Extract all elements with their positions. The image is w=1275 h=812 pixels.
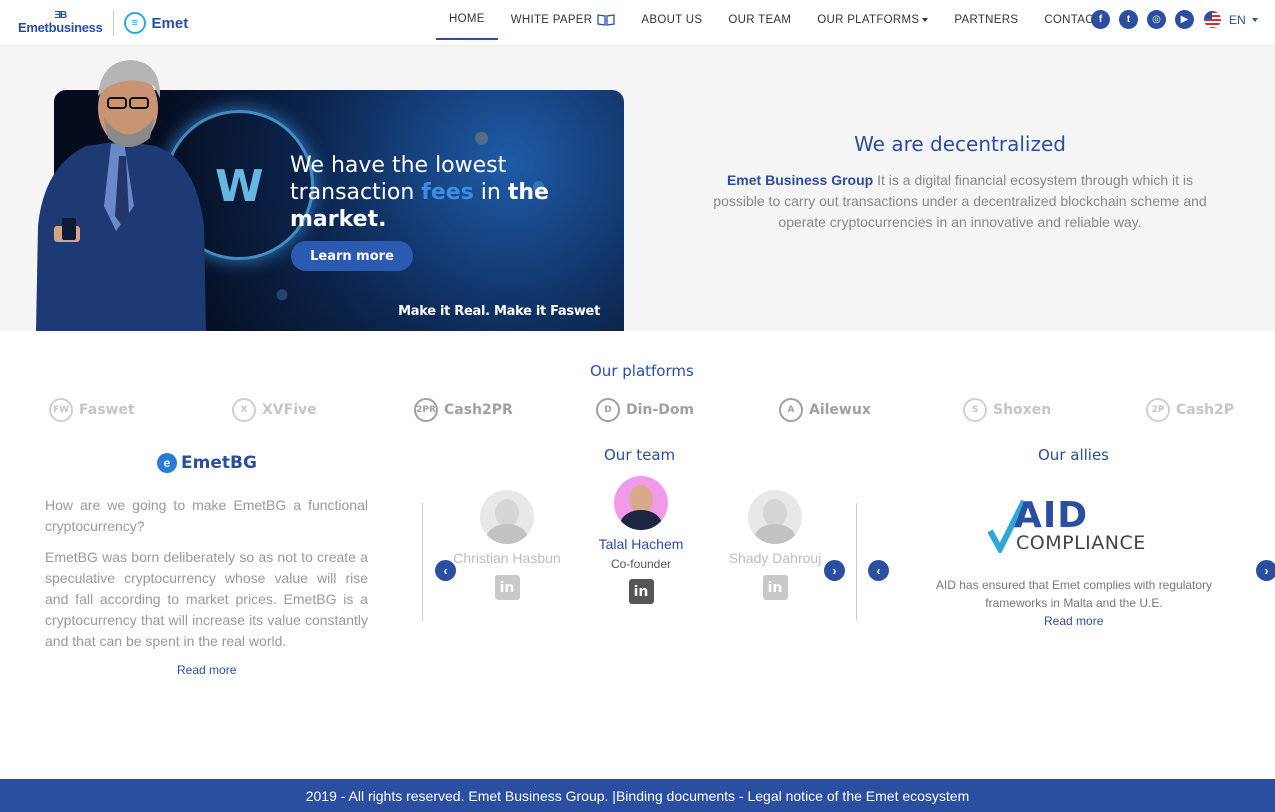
member-name: Christian Hasbun xyxy=(453,550,561,566)
nav-home-label: HOME xyxy=(449,13,485,25)
decentralized-block: We are decentralized Emet Business Group… xyxy=(700,132,1220,233)
platform-cash2p[interactable]: 2P Cash2P xyxy=(1146,398,1234,422)
platform-ailewux[interactable]: A Ailewux xyxy=(779,398,871,422)
aid-compliance-logo[interactable]: AID COMPLIANCE xyxy=(988,495,1163,554)
nav-about-us[interactable]: ABOUT US xyxy=(628,0,715,40)
nav-white-paper-label: WHITE PAPER xyxy=(510,14,593,26)
linkedin-icon[interactable]: in xyxy=(494,575,520,600)
facebook-icon[interactable]: f xyxy=(1091,10,1110,29)
platforms-strip: FW Faswet X XVFive 2PR Cash2PR D Din-Dom… xyxy=(0,398,1275,432)
nav-partners-label: PARTNERS xyxy=(954,14,1019,26)
language-selector[interactable]: EN xyxy=(1204,11,1258,28)
footer-legal-link[interactable]: Binding documents - Legal notice of the … xyxy=(616,788,969,804)
team-title: Our team xyxy=(604,446,676,464)
hero-tagline: Make it Real. Make it Faswet xyxy=(398,304,600,319)
team-member-shady: Shady Dahrouj in xyxy=(720,490,830,600)
linkedin-icon[interactable]: in xyxy=(762,575,788,600)
linkedin-icon[interactable]: in xyxy=(628,579,654,604)
platform-din-dom[interactable]: D Din-Dom xyxy=(596,398,694,422)
nav-our-platforms-label: OUR PLATFORMS xyxy=(817,14,920,26)
decentralized-text: Emet Business Group It is a digital fina… xyxy=(713,172,1207,230)
emetbg-description: How are we going to make EmetBG a functi… xyxy=(45,495,368,662)
member-role: Co-founder xyxy=(610,557,672,571)
xvfive-logo-icon: X xyxy=(232,398,256,422)
cash2pr-logo-icon: 2PR xyxy=(414,398,438,422)
faswet-logo-icon: FW xyxy=(49,398,73,422)
team-member-christian: Christian Hasbun in xyxy=(452,490,562,600)
team-member-talal: Talal Hachem Co-founder in xyxy=(586,476,696,604)
us-flag-icon xyxy=(1204,11,1221,28)
member-name: Shady Dahrouj xyxy=(728,550,822,566)
platforms-title: Our platforms xyxy=(590,362,694,380)
emet-logo-icon: ≡ xyxy=(123,12,146,34)
nav-about-us-label: ABOUT US xyxy=(641,14,703,26)
avatar xyxy=(480,490,534,544)
platform-xvfive[interactable]: X XVFive xyxy=(232,398,317,422)
footer-copyright: 2019 - All rights reserved. Emet Busines… xyxy=(305,787,616,804)
emetbusiness-logo[interactable]: ƎB Emetbusiness xyxy=(18,11,103,35)
nav-our-platforms[interactable]: OUR PLATFORMS xyxy=(804,0,941,40)
emetbusiness-logo-text: Emetbusiness xyxy=(18,20,103,35)
allies-prev-arrow-icon[interactable]: ‹ xyxy=(868,560,889,581)
emet-logo[interactable]: ≡ Emet xyxy=(123,12,189,34)
ally-description: AID has ensured that Emet complies with … xyxy=(935,578,1213,610)
twitter-icon[interactable]: t xyxy=(1119,10,1138,29)
emetbg-answer: EmetBG was born deliberately so as not t… xyxy=(45,549,368,649)
nav-our-team-label: OUR TEAM xyxy=(728,14,792,26)
din-dom-logo-icon: D xyxy=(596,398,620,422)
brand-divider xyxy=(112,10,114,36)
emetbg-logo-icon: e xyxy=(157,453,177,473)
decentralized-title: We are decentralized xyxy=(854,132,1066,156)
avatar xyxy=(748,490,802,544)
team-left-divider xyxy=(422,503,423,621)
businessman-photo xyxy=(36,60,206,331)
caret-down-icon xyxy=(1251,17,1258,22)
allies-next-arrow-icon[interactable]: › xyxy=(1256,560,1275,581)
nav-home[interactable]: HOME xyxy=(436,0,498,40)
shoxen-logo-icon: S xyxy=(963,398,987,422)
avatar xyxy=(614,476,668,530)
emetbg-logo-text: EmetBG xyxy=(181,453,257,473)
brand-logos[interactable]: ƎB Emetbusiness ≡ Emet xyxy=(18,8,188,38)
allies-title: Our allies xyxy=(1038,446,1109,464)
nav-white-paper[interactable]: WHITE PAPER xyxy=(498,0,629,40)
platform-shoxen[interactable]: S Shoxen xyxy=(963,398,1051,422)
ally-read-more-link[interactable]: Read more xyxy=(1044,614,1103,628)
cash2p-logo-icon: 2P xyxy=(1146,398,1170,422)
hero-section: W We have the lowest transaction fees in… xyxy=(0,46,1275,331)
learn-more-button[interactable]: Learn more xyxy=(291,241,413,271)
caret-down-icon xyxy=(922,18,929,22)
emetbg-question: How are we going to make EmetBG a functi… xyxy=(45,497,368,534)
language-label: EN xyxy=(1229,12,1246,27)
nav-our-team[interactable]: OUR TEAM xyxy=(715,0,804,40)
social-links: f t ◎ ▶ xyxy=(1091,10,1203,29)
instagram-icon[interactable]: ◎ xyxy=(1147,10,1166,29)
book-icon xyxy=(597,14,616,26)
member-name: Talal Hachem xyxy=(598,536,684,552)
youtube-icon[interactable]: ▶ xyxy=(1175,10,1194,29)
platform-cash2pr[interactable]: 2PR Cash2PR xyxy=(414,398,513,422)
emetbg-logo: e EmetBG xyxy=(157,453,257,473)
main-menu: HOME WHITE PAPER ABOUT US OUR TEAM OUR P… xyxy=(436,0,1114,46)
hero-headline: We have the lowest transaction fees in t… xyxy=(290,153,549,232)
nav-partners[interactable]: PARTNERS xyxy=(941,0,1031,40)
top-navbar: ƎB Emetbusiness ≡ Emet HOME WHITE PAPER … xyxy=(0,0,1275,46)
platform-faswet[interactable]: FW Faswet xyxy=(49,398,135,422)
emet-logo-text: Emet xyxy=(151,14,189,32)
team-right-divider xyxy=(856,503,857,621)
footer: 2019 - All rights reserved. Emet Busines… xyxy=(0,779,1275,812)
ailewux-logo-icon: A xyxy=(779,398,803,422)
emetbg-read-more-link[interactable]: Read more xyxy=(177,663,236,677)
